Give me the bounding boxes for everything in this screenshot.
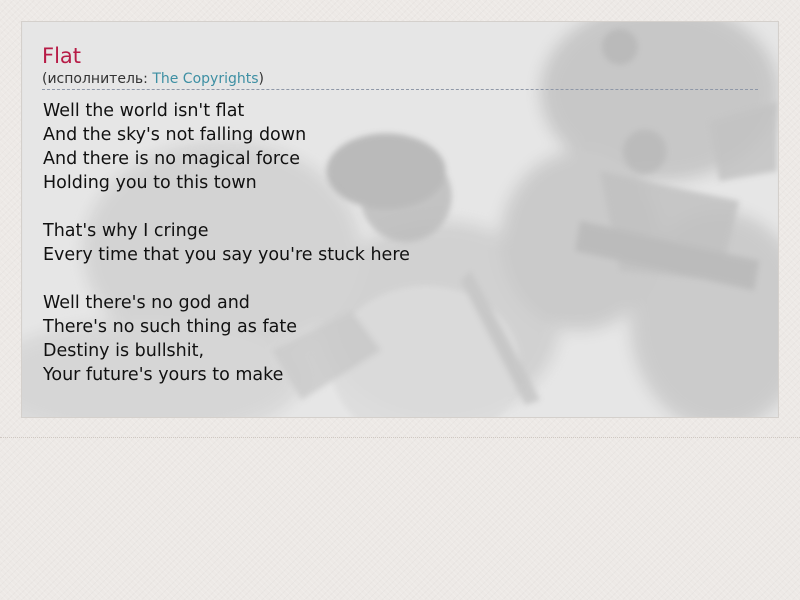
content-area: Flat (исполнитель: The Copyrights) Well …: [0, 0, 800, 438]
artist-link[interactable]: The Copyrights: [152, 71, 258, 87]
lyric-line: Every time that you say you're stuck her…: [43, 245, 410, 265]
artist-prefix: (исполнитель:: [42, 71, 153, 87]
lyric-blank-line: [43, 267, 743, 291]
lyric-line: And there is no magical force: [43, 149, 301, 169]
lyrics-text: Well the world isn't flat And the sky's …: [43, 99, 743, 387]
artist-line: (исполнитель: The Copyrights): [42, 70, 264, 88]
lyric-line: And the sky's not falling down: [43, 125, 307, 145]
artist-suffix: ): [258, 71, 264, 87]
song-title: Flat: [42, 44, 82, 68]
lyric-line: Holding you to this town: [43, 173, 257, 193]
lyric-line: Well there's no god and: [43, 293, 250, 313]
header-divider: [42, 89, 758, 90]
lyric-line: Destiny is bullshit,: [43, 341, 205, 361]
lyric-line: That's why I cringe: [43, 221, 209, 241]
lyrics-card: Flat (исполнитель: The Copyrights) Well …: [21, 21, 779, 418]
lyric-line: There's no such thing as fate: [43, 317, 297, 337]
lyric-line: Your future's yours to make: [43, 365, 284, 385]
lyric-blank-line: [43, 195, 743, 219]
lyric-line: Well the world isn't flat: [43, 101, 245, 121]
